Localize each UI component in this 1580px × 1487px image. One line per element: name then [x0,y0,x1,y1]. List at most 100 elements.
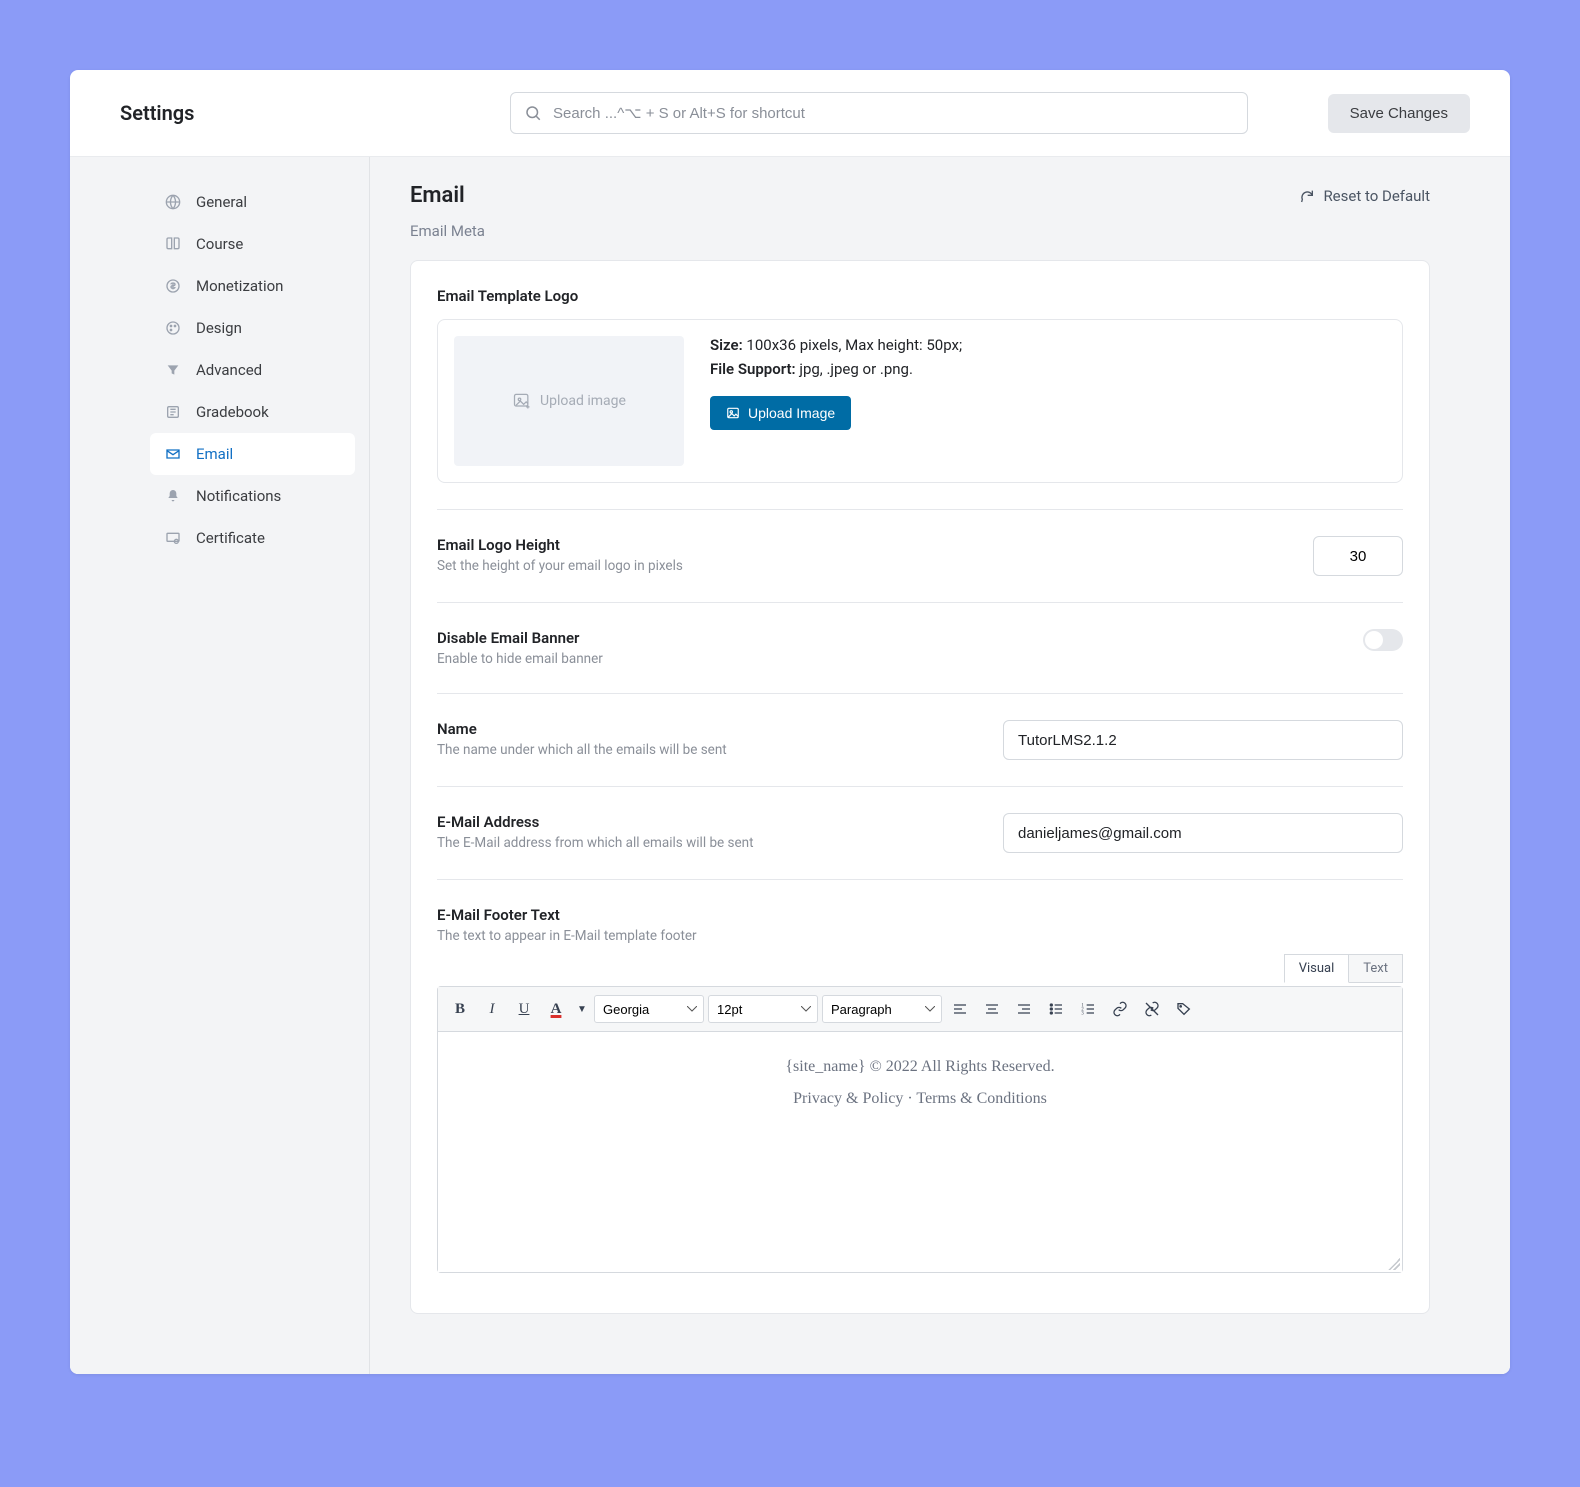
sidebar-item-design[interactable]: Design [150,307,355,349]
size-value: 100x36 pixels, Max height: 50px; [746,336,962,354]
email-logo-section: Email Template Logo Upload image Size: 1… [437,287,1403,483]
palette-icon [164,320,182,336]
sidebar-item-label: Monetization [196,277,283,295]
tag-button[interactable] [1170,995,1198,1023]
sidebar-item-label: Gradebook [196,403,269,421]
footer-title: E-Mail Footer Text [437,906,1403,924]
sidebar-item-email[interactable]: Email [150,433,355,475]
sidebar-item-monetization[interactable]: Monetization [150,265,355,307]
text-color-dropdown[interactable]: ▼ [574,995,590,1023]
sidebar-item-notifications[interactable]: Notifications [150,475,355,517]
divider [437,786,1403,787]
editor-tab-text[interactable]: Text [1348,954,1403,983]
align-left-button[interactable] [946,995,974,1023]
sidebar-item-gradebook[interactable]: Gradebook [150,391,355,433]
refresh-icon [1299,188,1315,204]
sidebar-item-label: Email [196,445,233,463]
footer-line-2: Privacy & Policy · Terms & Conditions [464,1090,1376,1108]
resize-handle[interactable] [1388,1258,1400,1270]
format-select[interactable]: Paragraph [822,995,942,1023]
link-button[interactable] [1106,995,1134,1023]
main-title: Email [410,183,465,208]
rich-text-editor: Visual Text B I U A ▼ Georgia 12pt Parag… [437,986,1403,1273]
image-icon [726,406,740,420]
sidebar-item-label: Notifications [196,487,281,505]
money-icon [164,278,182,294]
logo-height-input[interactable] [1313,536,1403,576]
text-color-button[interactable]: A [542,995,570,1023]
bold-button[interactable]: B [446,995,474,1023]
name-desc: The name under which all the emails will… [437,742,727,758]
section-subheading: Email Meta [410,222,1430,240]
email-input[interactable] [1003,813,1403,853]
sidebar-item-label: Advanced [196,361,262,379]
sidebar-item-certificate[interactable]: Certificate [150,517,355,559]
sidebar-item-label: Course [196,235,243,253]
name-row: Name The name under which all the emails… [437,720,1403,760]
image-plus-icon [512,391,532,411]
divider [437,509,1403,510]
reset-to-default-button[interactable]: Reset to Default [1299,187,1430,205]
svg-text:3: 3 [1081,1011,1084,1016]
upload-preview[interactable]: Upload image [454,336,684,466]
upload-info: Size: 100x36 pixels, Max height: 50px; F… [710,336,962,466]
body: General Course Monetization Design Advan… [70,157,1510,1374]
top-bar: Settings Save Changes [70,70,1510,157]
search-icon [524,104,542,122]
email-row: E-Mail Address The E-Mail address from w… [437,813,1403,853]
font-size-select[interactable]: 12pt [708,995,818,1023]
logo-height-title: Email Logo Height [437,536,683,554]
editor-toolbar: B I U A ▼ Georgia 12pt Paragraph 123 [438,987,1402,1032]
logo-height-desc: Set the height of your email logo in pix… [437,558,683,574]
divider [437,602,1403,603]
sidebar-item-advanced[interactable]: Advanced [150,349,355,391]
upload-button-label: Upload Image [748,405,835,421]
filter-icon [164,362,182,378]
email-desc: The E-Mail address from which all emails… [437,835,754,851]
settings-panel: Email Template Logo Upload image Size: 1… [410,260,1430,1314]
upload-preview-text: Upload image [540,393,626,409]
globe-icon [164,194,182,210]
divider [437,879,1403,880]
disable-banner-toggle[interactable] [1363,629,1403,651]
italic-button[interactable]: I [478,995,506,1023]
disable-banner-title: Disable Email Banner [437,629,603,647]
save-changes-button[interactable]: Save Changes [1328,94,1470,133]
settings-card: Settings Save Changes General Course Mon… [70,70,1510,1374]
sidebar-item-label: Certificate [196,529,265,547]
page-title: Settings [120,101,490,125]
unlink-button[interactable] [1138,995,1166,1023]
bell-icon [164,488,182,504]
numbered-list-button[interactable]: 123 [1074,995,1102,1023]
sidebar-item-label: Design [196,319,242,337]
sidebar-item-course[interactable]: Course [150,223,355,265]
reset-label: Reset to Default [1323,187,1430,205]
editor-tab-visual[interactable]: Visual [1284,954,1350,983]
sidebar: General Course Monetization Design Advan… [70,157,370,1374]
sidebar-item-general[interactable]: General [150,181,355,223]
upload-card: Upload image Size: 100x36 pixels, Max he… [437,319,1403,483]
disable-banner-desc: Enable to hide email banner [437,651,603,667]
editor-content[interactable]: {site_name} © 2022 All Rights Reserved. … [438,1032,1402,1272]
divider [437,693,1403,694]
bullet-list-button[interactable] [1042,995,1070,1023]
main: Email Reset to Default Email Meta Email … [370,157,1510,1374]
envelope-icon [164,446,182,462]
certificate-icon [164,530,182,546]
search-wrap [510,92,1248,134]
support-label: File Support: [710,360,796,378]
underline-button[interactable]: U [510,995,538,1023]
size-label: Size: [710,336,743,354]
name-input[interactable] [1003,720,1403,760]
search-input[interactable] [510,92,1248,134]
align-center-button[interactable] [978,995,1006,1023]
upload-image-button[interactable]: Upload Image [710,396,851,430]
footer-desc: The text to appear in E-Mail template fo… [437,928,1403,944]
align-right-button[interactable] [1010,995,1038,1023]
main-head: Email Reset to Default [410,183,1430,208]
font-family-select[interactable]: Georgia [594,995,704,1023]
gradebook-icon [164,404,182,420]
disable-banner-row: Disable Email Banner Enable to hide emai… [437,629,1403,667]
editor-tabs: Visual Text [1285,954,1403,983]
book-icon [164,236,182,252]
